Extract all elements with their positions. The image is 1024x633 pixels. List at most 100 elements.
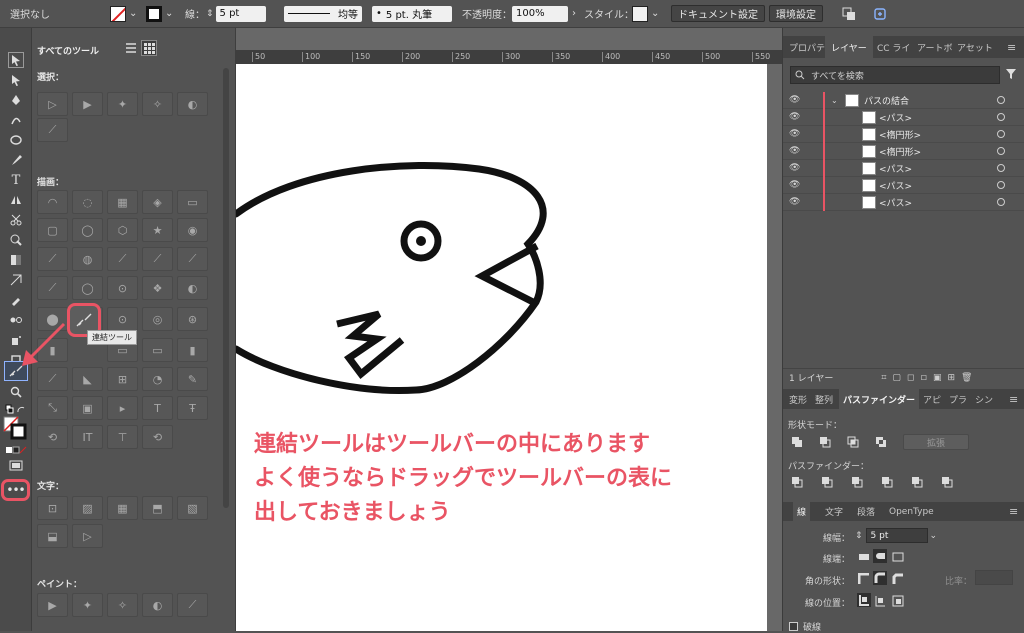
tool-grid-icon[interactable]: ◌ — [72, 190, 103, 214]
panel-menu-icon[interactable]: ≡ — [1009, 389, 1018, 409]
layer-row[interactable]: 👁 <楕円形> — [783, 142, 1024, 160]
tool-grid-icon[interactable]: ⟲ — [37, 425, 68, 449]
tool-grid-icon[interactable]: ⬒ — [142, 496, 173, 520]
tool-grid-icon[interactable]: ▭ — [142, 338, 173, 362]
tab-plugins[interactable]: プラ — [949, 389, 967, 409]
eye-icon[interactable]: 👁 — [789, 95, 800, 105]
tool-grid-icon[interactable]: ❖ — [142, 276, 173, 300]
opacity-input[interactable]: 100% — [512, 5, 568, 22]
tool-grid-icon[interactable]: ⊡ — [37, 496, 68, 520]
tab-character[interactable]: 文字 — [825, 502, 843, 521]
target-icon[interactable] — [997, 147, 1005, 155]
brush-select[interactable]: • 5 pt. 丸筆 — [372, 5, 452, 22]
tool-grid-icon[interactable]: ◯ — [72, 218, 103, 242]
tab-align[interactable]: 整列 — [815, 389, 833, 409]
selection-tool-icon[interactable] — [8, 52, 24, 68]
layer-row[interactable]: 👁 <楕円形> — [783, 125, 1024, 143]
dashed-checkbox[interactable] — [789, 622, 798, 631]
intersect-icon[interactable] — [846, 435, 860, 449]
expand-button[interactable]: 拡張 — [903, 434, 969, 450]
tool-grid-icon[interactable]: ✦ — [107, 92, 138, 116]
tool-grid-icon[interactable]: ⊛ — [177, 307, 208, 331]
zoom-tool-icon[interactable] — [8, 384, 24, 400]
stroke-weight-input[interactable]: 5 pt — [215, 5, 266, 22]
tab-transform[interactable]: 変形 — [789, 389, 807, 409]
tool-grid-icon[interactable]: ▶ — [37, 593, 68, 617]
tool-grid-icon[interactable]: T — [142, 396, 173, 420]
tool-grid-icon[interactable]: ◔ — [142, 367, 173, 391]
tool-grid-icon[interactable]: ▣ — [72, 396, 103, 420]
tab-cc-libraries[interactable]: CC ライ — [877, 36, 910, 58]
layer-row-group[interactable]: 👁 ⌄ パスの結合 — [783, 91, 1024, 109]
round-join-icon[interactable] — [873, 571, 887, 585]
stroke-weight-field[interactable]: ⇕ 5 pt — [206, 5, 266, 22]
layers-search[interactable]: すべてを検索 — [790, 66, 1000, 84]
tool-grid-icon[interactable]: ⟋ — [107, 247, 138, 271]
tool-grid-icon[interactable]: ⟋ — [37, 247, 68, 271]
align-center-icon[interactable] — [857, 593, 871, 607]
eye-icon[interactable]: 👁 — [789, 112, 800, 122]
fish-artwork[interactable] — [236, 64, 767, 631]
cc-libraries-icon[interactable] — [874, 5, 888, 22]
target-icon[interactable] — [997, 164, 1005, 172]
tab-symbols[interactable]: シン — [975, 389, 993, 409]
minus-front-icon[interactable] — [818, 435, 832, 449]
filter-icon[interactable] — [1005, 68, 1017, 80]
tool-grid-icon[interactable]: ▷ — [37, 92, 68, 116]
grid-view-icon[interactable] — [141, 40, 157, 56]
opacity-field[interactable]: 100% › — [512, 5, 576, 22]
tool-grid-icon[interactable]: ⊙ — [107, 307, 138, 331]
tool-grid-icon[interactable]: ◍ — [72, 247, 103, 271]
tool-grid-icon[interactable]: ★ — [142, 218, 173, 242]
document-settings-button[interactable]: ドキュメント設定 — [671, 5, 765, 22]
preferences-button[interactable]: 環境設定 — [769, 5, 823, 22]
tool-grid-icon[interactable]: ⟲ — [142, 425, 173, 449]
color-mode-icons[interactable] — [4, 442, 28, 458]
tool-grid-icon[interactable]: ▧ — [177, 496, 208, 520]
tool-grid-icon[interactable]: IT — [72, 425, 103, 449]
paintbrush-tool-icon[interactable] — [8, 152, 24, 168]
layer-row[interactable]: 👁 <パス> — [783, 159, 1024, 177]
weight-field[interactable]: ⇕ 5 pt ⌄ — [855, 528, 937, 543]
tool-grid-icon[interactable]: ◯ — [72, 276, 103, 300]
tool-grid-icon[interactable]: ◐ — [177, 92, 208, 116]
stepper-icon[interactable]: ⇕ — [855, 531, 863, 541]
tool-grid-icon[interactable]: ▨ — [72, 496, 103, 520]
profile-select[interactable]: 均等 — [284, 5, 362, 22]
drawer-scrollbar[interactable] — [223, 68, 229, 508]
tool-grid-icon[interactable]: ⊞ — [107, 367, 138, 391]
tool-grid-icon[interactable]: ◈ — [142, 190, 173, 214]
arrange-icon[interactable] — [842, 5, 860, 22]
tool-grid-icon[interactable]: ⟋ — [142, 247, 173, 271]
weight-input[interactable]: 5 pt — [865, 528, 928, 543]
align-outside-icon[interactable] — [891, 594, 905, 608]
type-tool-icon[interactable]: T — [8, 172, 24, 188]
eye-icon[interactable]: 👁 — [789, 146, 800, 156]
layer-action-icons[interactable]: ⌗▢◻◽▣⊞🗑 — [881, 373, 978, 383]
tool-grid-icon[interactable]: ▢ — [37, 218, 68, 242]
tab-layers[interactable]: レイヤー — [825, 36, 873, 58]
tool-grid-icon[interactable]: ▷ — [72, 524, 103, 548]
target-icon[interactable] — [997, 96, 1005, 104]
ellipse-tool-icon[interactable] — [8, 132, 24, 148]
tool-grid-icon[interactable]: Ŧ — [177, 396, 208, 420]
mesh-tool-icon[interactable] — [8, 272, 24, 288]
list-view-icon[interactable] — [124, 41, 138, 55]
tool-grid-icon[interactable]: ⬡ — [107, 218, 138, 242]
chevron-down-icon[interactable]: ⌄ — [831, 96, 838, 105]
search-input[interactable]: すべてを検索 — [811, 69, 864, 82]
tool-grid-icon[interactable]: ◎ — [142, 307, 173, 331]
round-cap-icon[interactable] — [873, 549, 887, 563]
tool-grid-icon[interactable]: ⟋ — [37, 276, 68, 300]
tool-grid-icon[interactable]: ◠ — [37, 190, 68, 214]
fill-stroke-swatches[interactable] — [3, 416, 27, 440]
tab-appearance[interactable]: アピ — [923, 389, 941, 409]
exclude-icon[interactable] — [874, 435, 888, 449]
chevron-down-icon[interactable]: ⌄ — [930, 531, 938, 541]
limit-input[interactable] — [975, 570, 1013, 585]
tool-grid-icon[interactable]: ✧ — [107, 593, 138, 617]
layer-row[interactable]: 👁 <パス> — [783, 193, 1024, 211]
tool-grid-icon[interactable]: ▭ — [177, 190, 208, 214]
tool-grid-icon[interactable]: ⟋ — [177, 247, 208, 271]
artboard[interactable] — [236, 64, 767, 631]
